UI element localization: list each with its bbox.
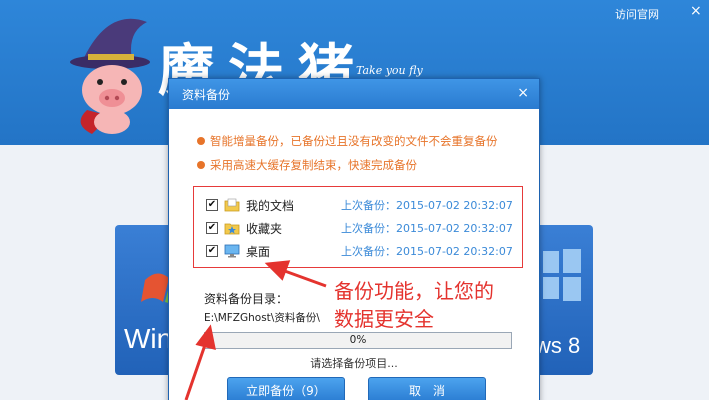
window-close-button[interactable]: × (690, 3, 702, 19)
annotation-line-1: 备份功能，让您的 (334, 279, 494, 303)
last-backup-time: 上次备份：2015-07-02 20:32:07 (341, 245, 513, 258)
windows8-logo-icon (543, 249, 581, 301)
bullet-dot-icon (197, 161, 205, 169)
win8-tile-label: ws 8 (535, 333, 581, 358)
dialog-title: 资料备份 (182, 87, 231, 102)
backup-now-button[interactable]: 立即备份（9） (227, 377, 345, 400)
backup-item-name: 我的文档 (246, 198, 295, 213)
backup-item-name: 收藏夹 (246, 221, 283, 236)
logo-tagline: Take you fly (356, 64, 423, 77)
backup-item-my-documents[interactable]: ✔ 我的文档 上次备份：2015-07-02 20:32:07 (206, 194, 516, 216)
backup-item-desktop[interactable]: ✔ 桌面 上次备份：2015-07-02 20:32:07 (206, 240, 516, 262)
backup-items-list: ✔ 我的文档 上次备份：2015-07-02 20:32:07 ✔ 收藏夹 上次… (193, 186, 523, 268)
status-text: 请选择备份项目... (310, 357, 398, 370)
bullet-dot-icon (197, 137, 205, 145)
feature-list: 智能增量备份，已备份过且没有改变的文件不会重复备份 采用高速大缓存复制结束，快速… (197, 129, 498, 177)
backup-directory-path[interactable]: E:\MFZGhost\资料备份\ (204, 310, 320, 325)
feature-text: 采用高速大缓存复制结束，快速完成备份 (210, 158, 417, 172)
checkbox[interactable]: ✔ (206, 199, 218, 211)
cancel-button[interactable]: 取 消 (368, 377, 486, 400)
dialog-titlebar[interactable]: 资料备份 × (169, 79, 539, 109)
last-backup-time: 上次备份：2015-07-02 20:32:07 (341, 199, 513, 212)
pig-wizard-mascot-icon (70, 18, 150, 134)
feature-item: 智能增量备份，已备份过且没有改变的文件不会重复备份 (197, 129, 498, 153)
progress-percent: 0% (349, 334, 367, 346)
dialog-close-button[interactable]: × (517, 85, 529, 101)
backup-directory-label: 资料备份目录： (204, 292, 289, 306)
win8-tile[interactable]: ws 8 (535, 225, 593, 375)
feature-text: 智能增量备份，已备份过且没有改变的文件不会重复备份 (210, 134, 498, 148)
checkbox[interactable]: ✔ (206, 222, 218, 234)
checkbox[interactable]: ✔ (206, 245, 218, 257)
data-backup-dialog: 资料备份 × 智能增量备份，已备份过且没有改变的文件不会重复备份 采用高速大缓存… (168, 78, 540, 400)
win7-tile-label: Win (124, 323, 173, 354)
backup-item-favorites[interactable]: ✔ 收藏夹 上次备份：2015-07-02 20:32:07 (206, 217, 516, 239)
feature-item: 采用高速大缓存复制结束，快速完成备份 (197, 153, 498, 177)
folder-documents-icon (224, 198, 240, 212)
desktop-icon (224, 244, 240, 258)
backup-item-name: 桌面 (246, 244, 271, 259)
last-backup-time: 上次备份：2015-07-02 20:32:07 (341, 222, 513, 235)
backup-progress-bar: 0% (204, 332, 512, 349)
folder-favorites-icon (224, 223, 240, 235)
annotation-line-2: 数据更安全 (334, 307, 434, 331)
visit-website-link[interactable]: 访问官网 (615, 6, 659, 22)
